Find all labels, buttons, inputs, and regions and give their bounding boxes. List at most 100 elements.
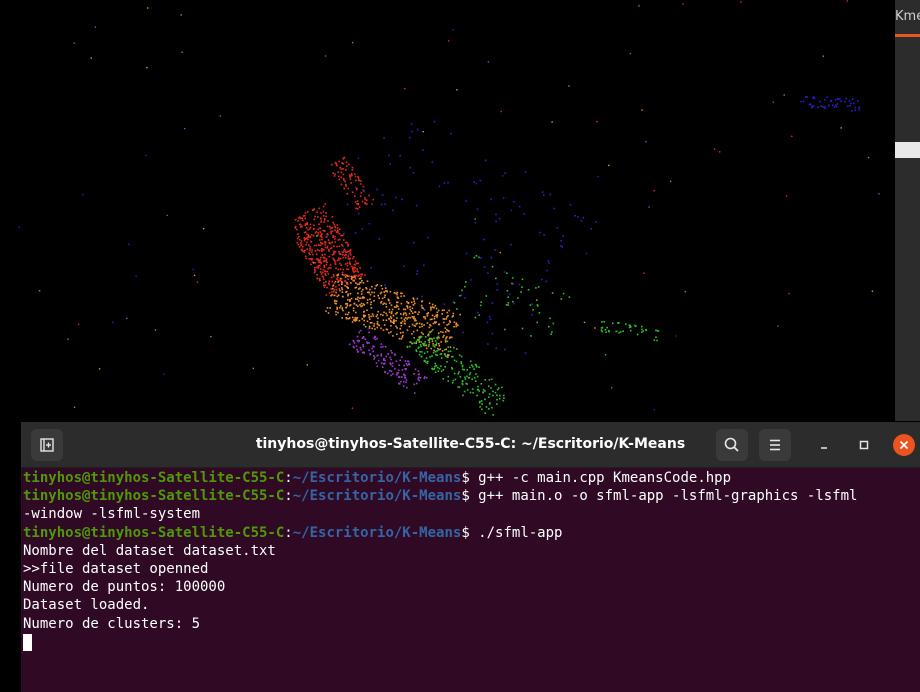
scatter-point: [355, 298, 357, 300]
scatter-point: [494, 383, 497, 386]
scatter-point: [409, 136, 411, 139]
scatter-point: [400, 338, 403, 340]
scatter-point: [385, 303, 387, 305]
close-button[interactable]: [893, 434, 915, 456]
scatter-point: [356, 348, 358, 351]
scatter-point: [333, 289, 336, 291]
scatter-point: [344, 180, 346, 183]
scatter-point: [413, 392, 416, 394]
scatter-point: [608, 164, 610, 167]
scatter-point: [418, 353, 421, 356]
scatter-point: [420, 355, 423, 358]
scatter-point: [349, 300, 351, 302]
scatter-point: [370, 315, 372, 318]
scatter-point: [355, 274, 358, 277]
menu-button[interactable]: [759, 429, 791, 461]
scatter-point: [414, 319, 416, 322]
terminal-output[interactable]: tinyhos@tinyhos-Satellite-C55-C:~/Escrit…: [23, 469, 918, 651]
scatter-point: [353, 302, 356, 305]
scatter-point: [466, 375, 468, 378]
output-line: Dataset loaded.: [23, 597, 150, 614]
scatter-point: [536, 321, 538, 324]
scatter-point: [463, 368, 466, 371]
scatter-point: [835, 104, 837, 107]
scatter-point: [390, 331, 392, 333]
minimize-button[interactable]: [813, 434, 835, 456]
scatter-point: [383, 137, 385, 139]
command-continuation: -window -lsfml-system: [23, 506, 201, 523]
scatter-point: [344, 276, 347, 278]
scatter-point: [372, 198, 375, 201]
scatter-point: [313, 218, 316, 221]
scatter-point: [445, 337, 447, 339]
scatter-point: [368, 194, 370, 197]
scatter-point: [484, 379, 487, 381]
scatter-point: [390, 312, 393, 315]
scatter-point: [380, 302, 382, 304]
scatter-point: [429, 356, 431, 358]
scatter-point: [451, 316, 454, 318]
scatter-point: [491, 265, 494, 268]
scatter-point: [308, 252, 310, 254]
scatter-point: [343, 179, 345, 181]
scatter-point: [329, 247, 332, 250]
scatter-point: [331, 216, 334, 218]
scatter-point: [604, 329, 607, 331]
scatter-point: [380, 284, 383, 287]
scatter-point: [449, 350, 452, 352]
scatter-point: [423, 344, 426, 347]
scatter-point: [402, 313, 405, 316]
scatter-point: [487, 343, 489, 345]
scatter-point: [335, 311, 337, 313]
input-line[interactable]: [23, 633, 918, 651]
scatter-point: [488, 408, 490, 410]
scatter-point: [466, 389, 469, 391]
scatter-point: [302, 215, 305, 217]
scatter-point: [431, 303, 434, 306]
scatter-point: [618, 332, 620, 334]
scatter-point: [410, 310, 413, 312]
maximize-button[interactable]: [853, 434, 875, 456]
scatter-point: [355, 311, 357, 314]
scatter-point: [447, 346, 449, 348]
scatter-point: [304, 238, 306, 241]
scatter-point: [454, 378, 457, 381]
background-tab-title[interactable]: Kmea: [895, 9, 920, 24]
scatter-point: [446, 316, 448, 318]
scatter-point: [300, 248, 303, 251]
scatter-point: [416, 270, 419, 272]
scatter-point: [541, 191, 544, 193]
scatter-point: [403, 312, 405, 314]
scatter-point: [330, 232, 332, 235]
scatter-point: [321, 275, 324, 277]
scatter-point: [314, 270, 316, 272]
scatter-point: [417, 378, 419, 380]
command-line: tinyhos@tinyhos-Satellite-C55-C:~/Escrit…: [23, 524, 918, 542]
scatter-point: [360, 297, 362, 300]
scatter-point: [325, 258, 328, 260]
scatter-point: [461, 380, 464, 383]
scatter-point: [368, 223, 370, 225]
scatter-point: [406, 305, 409, 307]
scatter-point: [306, 248, 308, 250]
scatter-point: [424, 341, 426, 343]
scatter-point: [611, 386, 613, 389]
scatter-point: [312, 253, 314, 256]
scatter-point: [464, 285, 466, 288]
scatter-point: [307, 228, 309, 231]
scatter-point: [210, 335, 212, 338]
scatter-point: [347, 278, 349, 280]
scatter-point: [461, 364, 464, 367]
scatter-point: [431, 340, 434, 343]
scatter-point: [353, 173, 356, 175]
scatter-point: [713, 148, 716, 150]
scatter-point: [431, 338, 434, 341]
scatter-point: [345, 251, 347, 254]
search-button[interactable]: [716, 429, 748, 461]
scatter-point: [641, 331, 643, 333]
scatter-point: [316, 211, 318, 213]
scatter-point: [371, 203, 373, 205]
scatter-point: [357, 305, 359, 307]
scatter-point: [334, 173, 336, 175]
scatter-point: [67, 338, 69, 340]
